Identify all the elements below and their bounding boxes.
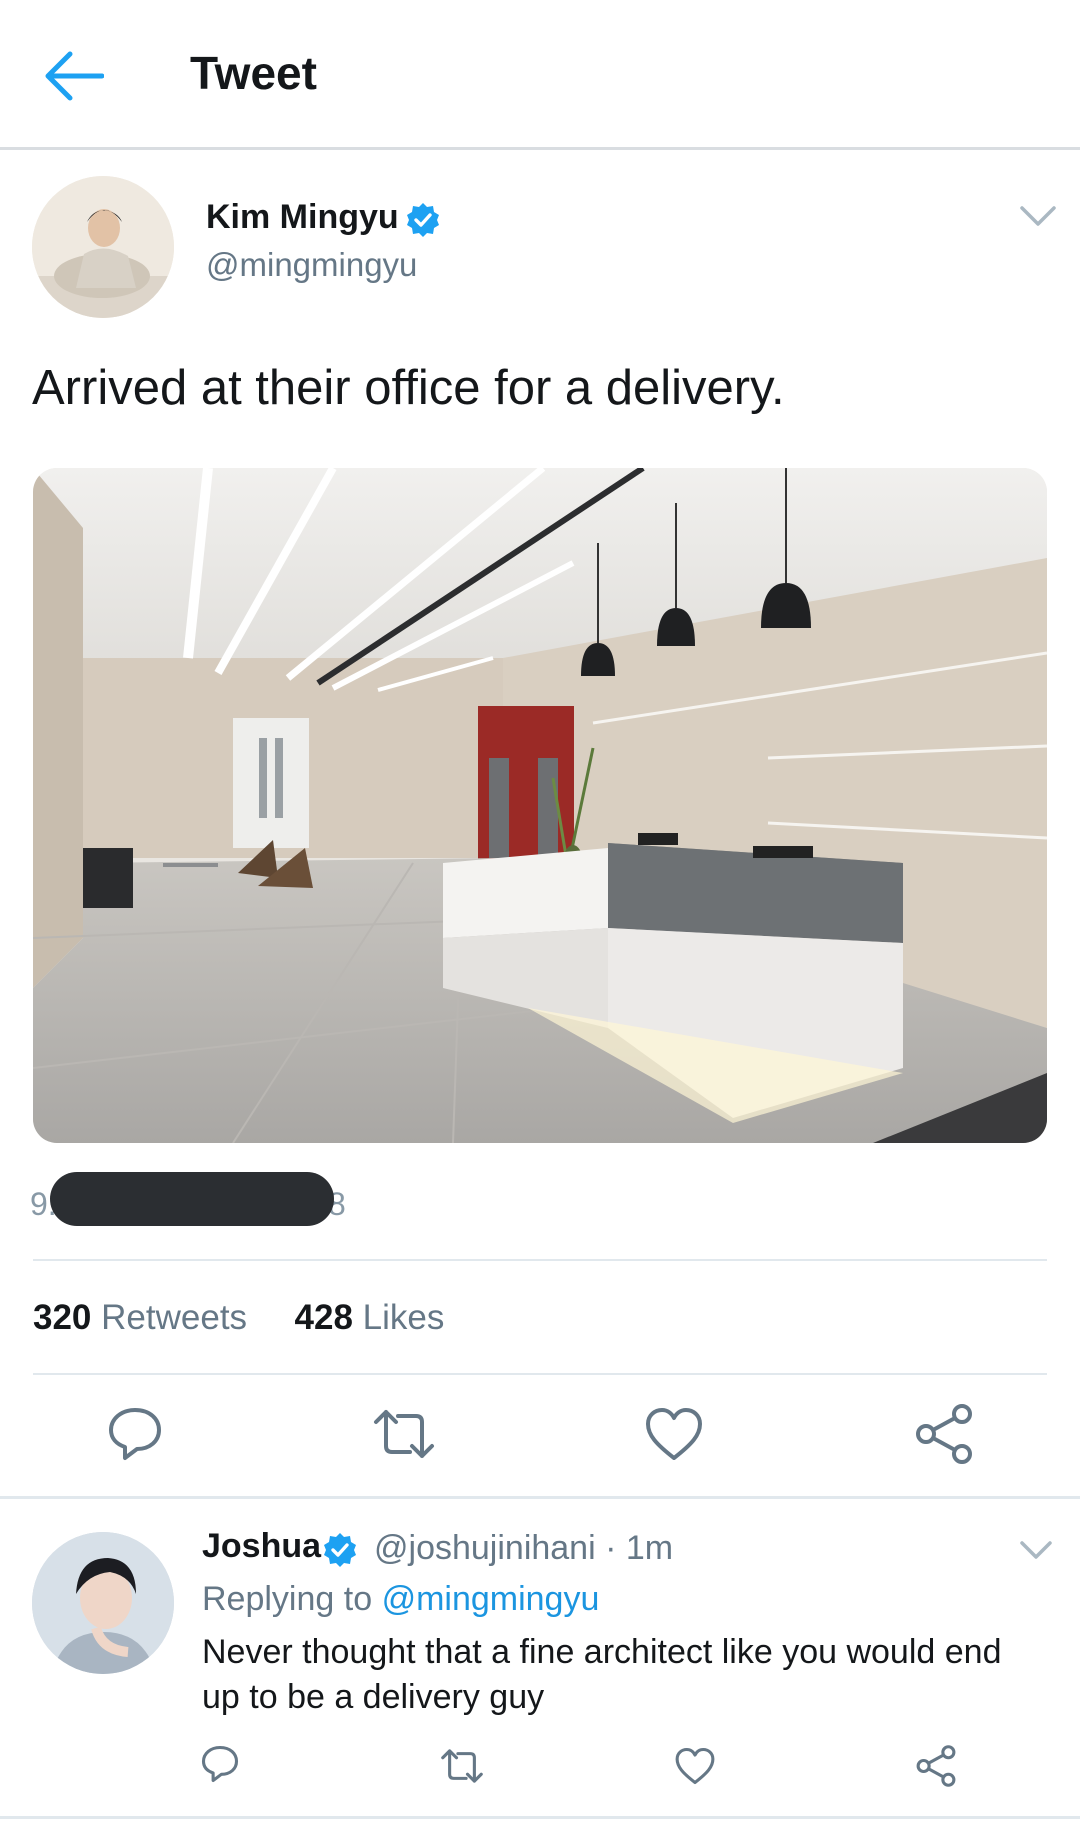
likes-count[interactable]: 428 [295, 1298, 353, 1337]
chevron-down-icon[interactable] [1018, 1538, 1054, 1564]
like-heart-icon[interactable] [673, 1744, 717, 1788]
chevron-down-icon[interactable] [1018, 202, 1058, 230]
arrow-left-icon[interactable] [44, 50, 105, 102]
author-handle[interactable]: @mingmingyu [206, 246, 417, 284]
retweets-count[interactable]: 320 [33, 1298, 91, 1337]
tweet-text: Arrived at their office for a delivery. [32, 361, 785, 415]
redaction-bar [50, 1172, 334, 1226]
top-bar [0, 0, 1080, 150]
reply-icon[interactable] [103, 1402, 167, 1466]
reply-author-handle-time[interactable]: @joshujinihani · 1m [374, 1529, 673, 1568]
reply-author-avatar[interactable] [32, 1532, 174, 1674]
retweet-icon[interactable] [440, 1744, 484, 1788]
tweet-media-image[interactable] [33, 468, 1047, 1143]
reply-icon[interactable] [198, 1742, 242, 1786]
reply-author-name[interactable]: Joshua [202, 1527, 321, 1566]
author-avatar[interactable] [32, 176, 174, 318]
verified-badge-icon [405, 202, 441, 238]
divider [0, 1496, 1080, 1499]
replying-prefix: Replying to [202, 1580, 373, 1618]
like-heart-icon[interactable] [642, 1402, 706, 1466]
page-title: Tweet [190, 47, 317, 99]
divider [33, 1259, 1047, 1261]
likes-label[interactable]: Likes [363, 1298, 445, 1337]
verified-badge-icon [322, 1532, 358, 1568]
replying-to-line: Replying to @mingmingyu [202, 1580, 599, 1619]
share-icon[interactable] [912, 1402, 976, 1466]
retweet-icon[interactable] [372, 1402, 436, 1466]
retweets-label[interactable]: Retweets [101, 1298, 247, 1337]
engagement-stats: 320 Retweets 428 Likes [33, 1298, 444, 1338]
divider [0, 1816, 1080, 1819]
reply-text: Never thought that a fine architect like… [202, 1633, 1002, 1716]
share-icon[interactable] [914, 1744, 958, 1788]
replying-to-mention[interactable]: @mingmingyu [382, 1580, 600, 1618]
divider [33, 1373, 1047, 1375]
author-name[interactable]: Kim Mingyu [206, 198, 399, 237]
